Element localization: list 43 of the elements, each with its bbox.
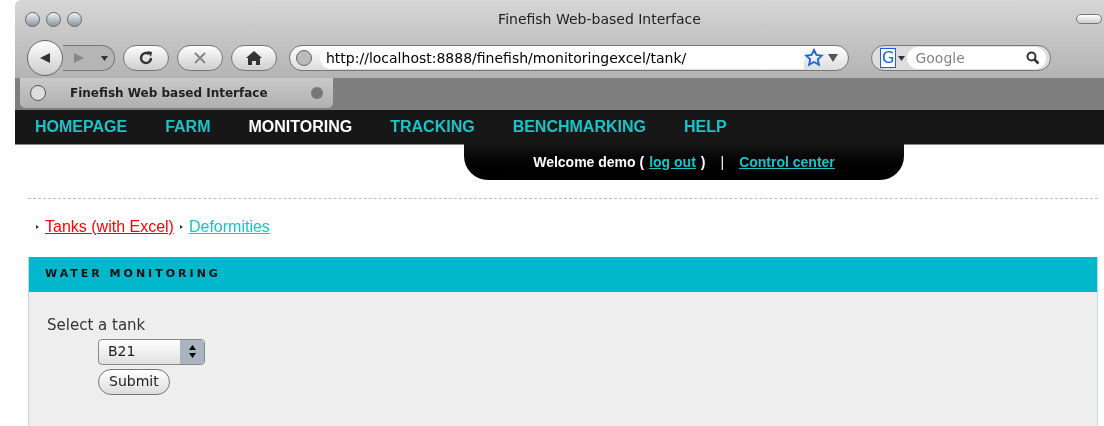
stop-button[interactable] bbox=[177, 45, 223, 71]
window-control-icon[interactable] bbox=[67, 11, 82, 27]
control-center-link[interactable]: Control center bbox=[739, 151, 835, 173]
window-control-icon[interactable] bbox=[25, 11, 40, 27]
browser-tab[interactable]: Finefish Web based Interface bbox=[20, 78, 333, 108]
nav-link[interactable]: BENCHMARKING bbox=[512, 115, 646, 139]
search-field[interactable]: G Google bbox=[871, 45, 1051, 71]
bullet-icon bbox=[179, 225, 183, 229]
nav-link[interactable]: HOMEPAGE bbox=[35, 115, 128, 139]
globe-icon bbox=[296, 50, 312, 66]
logout-link[interactable]: log out bbox=[649, 151, 696, 173]
dropdown-icon[interactable] bbox=[828, 54, 838, 62]
back-button[interactable] bbox=[27, 40, 63, 76]
reload-button[interactable] bbox=[123, 45, 169, 71]
back-arrow-icon bbox=[39, 52, 51, 64]
home-icon bbox=[246, 51, 262, 65]
home-button[interactable] bbox=[231, 45, 277, 71]
panel-title: WATER MONITORING bbox=[45, 266, 221, 283]
nav-link[interactable]: TRACKING bbox=[390, 115, 475, 139]
star-icon[interactable] bbox=[804, 48, 824, 68]
reload-icon bbox=[138, 50, 154, 66]
toolbar-toggle-icon[interactable] bbox=[1076, 14, 1102, 24]
globe-icon bbox=[30, 85, 46, 101]
nav-link[interactable]: FARM bbox=[165, 115, 211, 139]
separator-text: | bbox=[720, 152, 725, 172]
bullet-icon bbox=[36, 225, 39, 229]
tank-select[interactable]: B21 bbox=[98, 338, 205, 365]
url-field[interactable]: http://localhost:8888/finefish/monitoringexcel/tank/ bbox=[289, 45, 849, 71]
submit-button[interactable]: Submit bbox=[98, 368, 170, 395]
caret-icon bbox=[101, 55, 108, 61]
window-title: Finefish Web-based Interface bbox=[497, 9, 702, 29]
stepper-icon bbox=[188, 345, 196, 358]
caret-icon[interactable] bbox=[898, 55, 906, 61]
search-engine-icon[interactable]: G bbox=[880, 48, 897, 68]
select-label: Select a tank bbox=[47, 315, 146, 336]
nav-link[interactable]: MONITORING bbox=[248, 115, 353, 139]
window-control-icon[interactable] bbox=[46, 11, 61, 27]
history-dropdown-button[interactable] bbox=[95, 45, 115, 71]
welcome-text: Welcome demo ( bbox=[533, 152, 645, 172]
paren-text: ) bbox=[700, 152, 706, 172]
nav-link[interactable]: HELP bbox=[683, 115, 727, 139]
forward-arrow-icon bbox=[73, 52, 85, 64]
sub-nav-link[interactable]: Tanks (with Excel) bbox=[45, 215, 174, 239]
